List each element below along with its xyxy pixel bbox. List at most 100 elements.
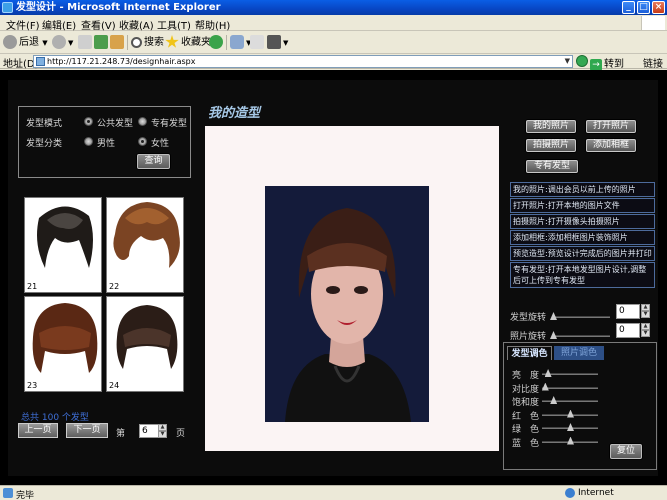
tab-photo-color[interactable]: 照片调色: [554, 346, 604, 360]
mode-public-label[interactable]: 公共发型: [97, 116, 133, 129]
prev-page-button[interactable]: 上一页: [18, 423, 58, 438]
hairstyle-number: 24: [109, 381, 120, 390]
browser-window: 发型设计 - Microsoft Internet Explorer _ □ ×…: [0, 0, 667, 500]
back-arrow-icon: [3, 35, 17, 49]
tab-hair-color[interactable]: 发型调色: [507, 346, 552, 360]
page-up-icon[interactable]: ▲: [158, 424, 167, 431]
menu-file[interactable]: 文件(F): [6, 17, 40, 32]
stop-button[interactable]: [78, 34, 94, 51]
page-prefix: 第: [116, 429, 126, 439]
toolbar-separator: [127, 35, 128, 50]
home-button[interactable]: [110, 34, 126, 51]
filter-panel: 发型模式 公共发型 专有发型 发型分类 男性 女性 查询: [18, 106, 191, 178]
page-down-icon[interactable]: ▼: [158, 431, 167, 438]
mail-button[interactable]: [250, 34, 266, 51]
design-canvas[interactable]: [205, 126, 499, 451]
mode-private-label[interactable]: 专有发型: [151, 116, 187, 129]
mode-private-radio[interactable]: [138, 117, 147, 126]
close-button[interactable]: ×: [652, 1, 665, 14]
menu-edit[interactable]: 编辑(E): [42, 17, 76, 32]
address-input[interactable]: http://117.21.248.73/designhair.aspx ▼: [33, 55, 573, 68]
hair-rotation-up-icon[interactable]: ▲: [641, 304, 650, 311]
hairstyle-image: [113, 202, 180, 268]
photo-rotation-down-icon[interactable]: ▼: [641, 330, 650, 337]
hairstyle-thumb-24[interactable]: 24: [106, 296, 184, 392]
forward-button[interactable]: ▼: [52, 34, 73, 51]
hair-rotation-input[interactable]: 0: [616, 304, 640, 319]
status-text: 完毕: [16, 491, 35, 500]
favorites-button[interactable]: 收藏夹: [165, 34, 211, 51]
photo-rotation-track[interactable]: [552, 335, 610, 337]
menu-view[interactable]: 查看(V): [81, 17, 116, 32]
window-title: 发型设计 - Microsoft Internet Explorer: [16, 2, 221, 13]
hairstyle-number: 22: [109, 282, 120, 291]
history-icon: [230, 35, 244, 49]
add-frame-button[interactable]: 添加相框: [586, 139, 636, 152]
private-hair-button[interactable]: 专有发型: [526, 160, 578, 173]
links-button[interactable]: 链接: [643, 55, 663, 70]
category-male-radio[interactable]: [84, 137, 93, 146]
title-bar: 发型设计 - Microsoft Internet Explorer _ □ ×: [0, 0, 667, 15]
color-slider-label: 蓝 色: [512, 438, 540, 449]
design-title: 我的造型: [208, 106, 261, 121]
next-page-button[interactable]: 下一页: [66, 423, 108, 438]
hair-rotation-down-icon[interactable]: ▼: [641, 311, 650, 318]
forward-arrow-icon: [52, 35, 66, 49]
mode-public-radio[interactable]: [84, 117, 93, 126]
color-slider-label: 对比度: [512, 384, 540, 395]
go-button[interactable]: → 转到: [590, 55, 624, 71]
back-label: 后退: [19, 37, 39, 48]
menu-help[interactable]: 帮助(H): [195, 17, 230, 32]
internet-zone-icon: [565, 488, 575, 498]
zone-text: Internet: [578, 488, 614, 498]
hairstyle-number: 23: [27, 381, 38, 390]
photo-rotation-label: 照片旋转: [510, 332, 547, 342]
maximize-button[interactable]: □: [637, 1, 650, 14]
photo-rotation-input[interactable]: 0: [616, 323, 640, 338]
toolbar: 后退 ▼ ▼ 搜索 收藏夹 ▼ ▼: [0, 31, 667, 54]
tip-my-photo: 我的照片:调出会员以前上传的照片: [510, 182, 655, 197]
ie-icon: [2, 2, 13, 13]
color-slider-track[interactable]: [542, 386, 598, 389]
portrait-photo[interactable]: [265, 186, 429, 422]
category-female-label[interactable]: 女性: [151, 136, 169, 149]
refresh-button[interactable]: [94, 34, 110, 51]
mail-icon: [250, 35, 264, 49]
color-slider-label: 饱和度: [512, 398, 540, 408]
search-label: 搜索: [144, 37, 164, 48]
menu-favorites[interactable]: 收藏(A): [119, 17, 154, 32]
hair-rotation-label: 发型旋转: [510, 313, 547, 323]
menu-tools[interactable]: 工具(T): [157, 17, 191, 32]
address-dropdown-icon[interactable]: ▼: [565, 56, 570, 67]
favorites-label: 收藏夹: [181, 37, 211, 48]
address-url: http://117.21.248.73/designhair.aspx: [47, 57, 196, 66]
reset-button[interactable]: 复位: [610, 444, 642, 459]
search-button[interactable]: 搜索: [131, 34, 164, 51]
my-photo-button[interactable]: 我的照片: [526, 120, 576, 133]
hairstyle-total: 总共 100 个发型: [21, 413, 89, 423]
mode-label: 发型模式: [26, 119, 63, 129]
capture-photo-button[interactable]: 拍摄照片: [526, 139, 576, 152]
photo-rotation-up-icon[interactable]: ▲: [641, 323, 650, 330]
media-icon: [209, 35, 223, 49]
back-button[interactable]: 后退 ▼: [3, 34, 48, 51]
tip-open-photo: 打开照片:打开本地的图片文件: [510, 198, 655, 213]
media-button[interactable]: [209, 34, 225, 51]
page-content: 发型模式 公共发型 专有发型 发型分类 男性 女性 查询 21 22 23 24…: [0, 70, 667, 485]
color-slider-track[interactable]: [542, 400, 598, 402]
color-adjust-panel: 发型调色 照片调色 亮 度对比度 饱和度红 色绿 色蓝 色 复位: [503, 342, 657, 470]
hairstyle-thumb-23[interactable]: 23: [24, 296, 102, 392]
hairstyle-thumb-21[interactable]: 21: [24, 197, 102, 293]
windows-logo-icon: [641, 16, 665, 30]
print-icon: [267, 35, 281, 49]
print-button[interactable]: ▼: [267, 34, 288, 51]
category-female-radio[interactable]: [138, 137, 147, 146]
designer-stage: 发型模式 公共发型 专有发型 发型分类 男性 女性 查询 21 22 23 24…: [8, 80, 658, 476]
history-button[interactable]: ▼: [230, 34, 251, 51]
open-photo-button[interactable]: 打开照片: [586, 120, 636, 133]
query-button[interactable]: 查询: [137, 154, 170, 169]
hair-rotation-track[interactable]: [552, 316, 610, 318]
category-male-label[interactable]: 男性: [97, 136, 115, 149]
hairstyle-thumb-22[interactable]: 22: [106, 197, 184, 293]
minimize-button[interactable]: _: [622, 1, 635, 14]
